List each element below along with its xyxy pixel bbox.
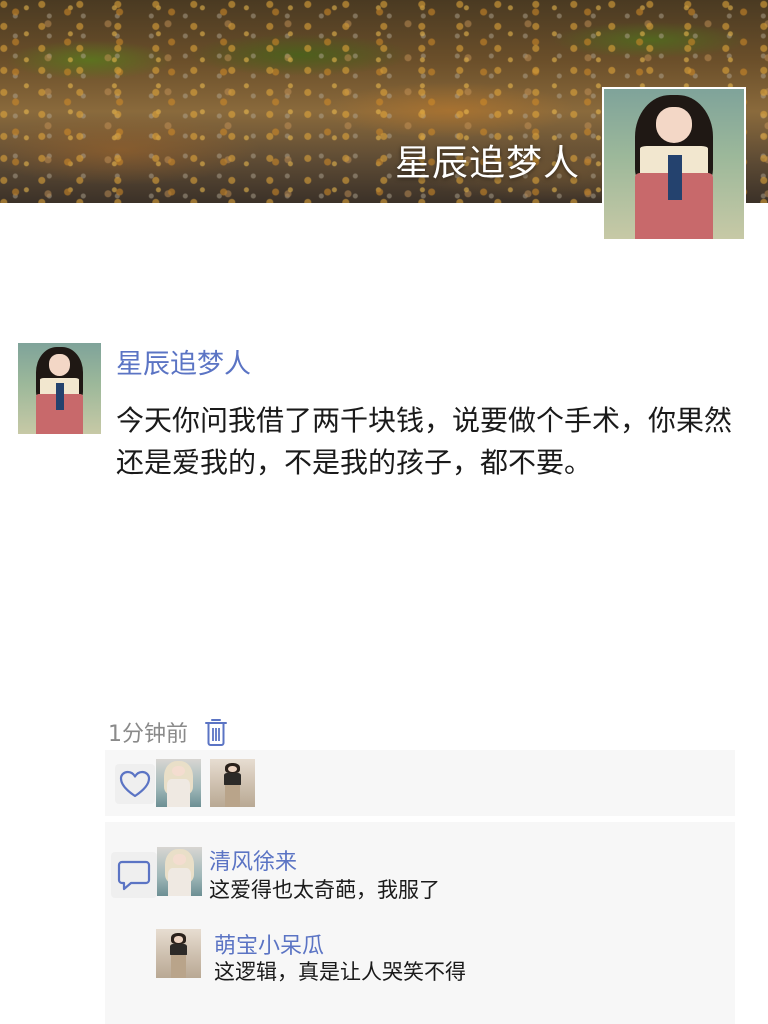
comment-text-1: 这爱得也太奇葩，我服了: [209, 878, 440, 902]
like-avatar-1[interactable]: [156, 759, 201, 807]
post-author-name[interactable]: 星辰追梦人: [116, 342, 251, 381]
cover-username[interactable]: 星辰追梦人: [395, 134, 580, 186]
post-author-avatar[interactable]: [18, 343, 101, 434]
comments-panel: 清风徐来 这爱得也太奇葩，我服了 萌宝小呆瓜 这逻辑，真是让人哭笑不得: [105, 822, 735, 1024]
likes-panel: [105, 750, 735, 816]
heart-icon[interactable]: [115, 764, 155, 804]
comment-author-1[interactable]: 清风徐来: [209, 844, 297, 876]
like-avatar-2[interactable]: [210, 759, 255, 807]
comment-icon[interactable]: [111, 852, 157, 898]
post-text: 今天你问我借了两千块钱，说要做个手术，你果然还是爱我的，不是我的孩子，都不要。: [116, 404, 733, 479]
post-meta-row: 1分钟前: [108, 716, 228, 748]
profile-avatar[interactable]: [602, 87, 746, 241]
trash-icon[interactable]: [204, 717, 228, 747]
comment-avatar-2[interactable]: [156, 929, 201, 978]
comment-text-2: 这逻辑，真是让人哭笑不得: [214, 960, 466, 984]
post-time: 1分钟前: [108, 722, 188, 747]
comment-avatar-1[interactable]: [157, 847, 202, 896]
